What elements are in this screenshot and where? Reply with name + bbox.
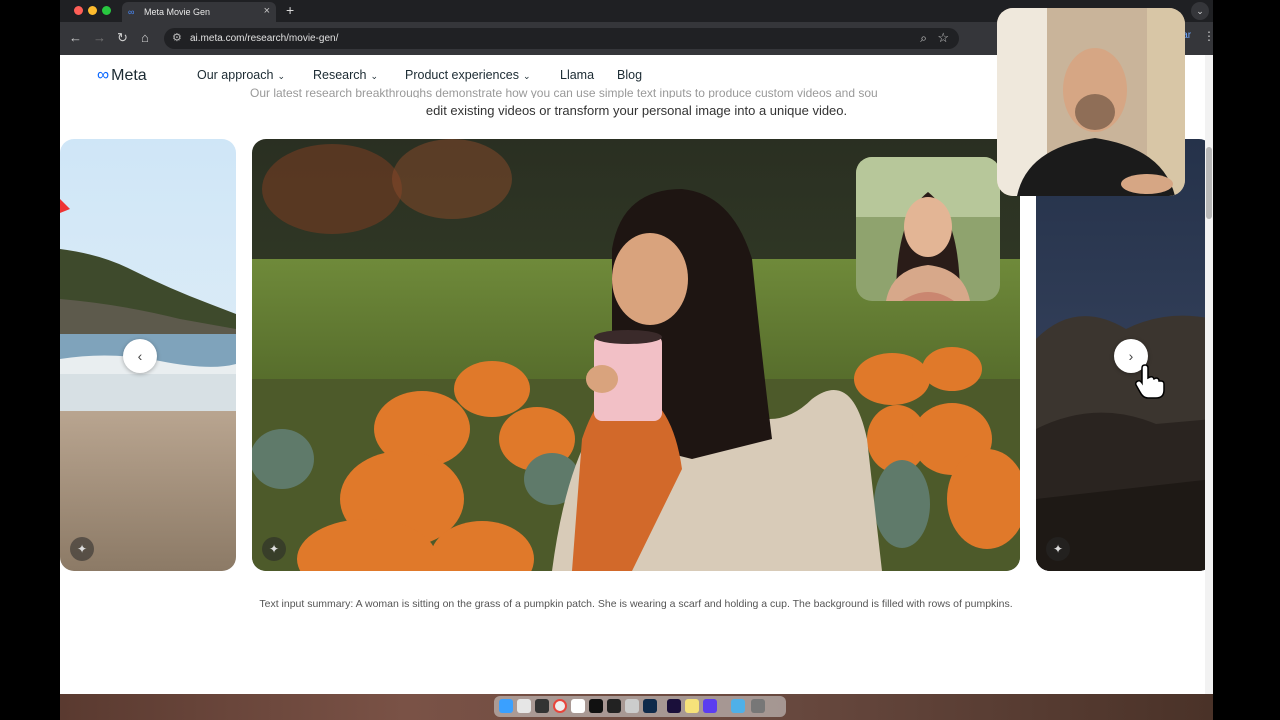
nav-label: Research: [313, 68, 367, 82]
sparkle-icon: ✦: [1046, 537, 1070, 561]
app-icon[interactable]: [589, 699, 603, 713]
notes-icon[interactable]: [685, 699, 699, 713]
nav-label: Product experiences: [405, 68, 519, 82]
meta-favicon-icon: ∞: [128, 7, 135, 17]
chevron-down-icon: ⌄: [277, 71, 285, 81]
carousel-prev-button[interactable]: ‹: [123, 339, 157, 373]
bookmark-star-icon[interactable]: ☆: [937, 30, 949, 46]
nav-llama[interactable]: Llama: [560, 68, 594, 82]
home-icon[interactable]: ⌂: [141, 30, 149, 46]
trash-icon[interactable]: [751, 699, 765, 713]
address-bar[interactable]: ⚙ ai.meta.com/research/movie-gen/ ⌕ ☆: [164, 28, 959, 49]
premiere-icon[interactable]: [667, 699, 681, 713]
macos-dock: [494, 696, 786, 717]
meta-logo[interactable]: ∞ Meta: [97, 65, 147, 85]
close-window-button[interactable]: [74, 6, 83, 15]
sparkle-icon: ✦: [70, 537, 94, 561]
tab-meta-movie-gen[interactable]: ∞ Meta Movie Gen ×: [122, 2, 276, 22]
photoshop-icon[interactable]: [643, 699, 657, 713]
tab-search-button[interactable]: ⌄: [1191, 2, 1209, 20]
zoom-window-button[interactable]: [102, 6, 111, 15]
folder-icon[interactable]: [731, 699, 745, 713]
nav-label: Llama: [560, 68, 595, 82]
zoom-icon[interactable]: ⌕: [920, 31, 927, 46]
chrome-icon[interactable]: [553, 699, 567, 713]
page-scrollbar[interactable]: [1205, 55, 1213, 694]
nav-label: Blog: [617, 68, 643, 82]
intro-text-line1: Our latest research breakthroughs demons…: [250, 86, 878, 98]
hand-cursor-icon: [1135, 364, 1165, 399]
meta-infinity-icon: ∞: [97, 65, 110, 84]
finder-icon[interactable]: [499, 699, 513, 713]
nav-label: Our approach: [197, 68, 274, 82]
chevron-down-icon: ⌄: [370, 71, 379, 81]
reload-icon[interactable]: ↻: [117, 30, 128, 46]
app-icon[interactable]: [625, 699, 639, 713]
chevron-down-icon: ⌄: [522, 71, 531, 81]
nav-our-approach[interactable]: Our approach ⌄: [197, 68, 285, 82]
video-caption: Text input summary: A woman is sitting o…: [259, 598, 1013, 610]
logo-text: Meta: [111, 67, 147, 84]
tab-title: Meta Movie Gen: [144, 7, 211, 17]
webcam-overlay: [997, 8, 1185, 196]
terminal-icon[interactable]: [535, 699, 549, 713]
browser-menu-icon[interactable]: ⋮: [1203, 29, 1213, 43]
nav-product-experiences[interactable]: Product experiences ⌄: [405, 68, 531, 82]
back-icon[interactable]: ←: [69, 30, 82, 46]
scrollbar-thumb[interactable]: [1206, 147, 1212, 219]
new-tab-button[interactable]: +: [286, 2, 294, 18]
site-info-icon[interactable]: ⚙: [172, 31, 182, 44]
sparkle-icon: ✦: [262, 537, 286, 561]
notion-icon[interactable]: [571, 699, 585, 713]
reference-portrait-image: [856, 157, 1000, 301]
minimize-window-button[interactable]: [88, 6, 97, 15]
forward-icon[interactable]: →: [93, 30, 106, 46]
launchpad-icon[interactable]: [517, 699, 531, 713]
address-url: ai.meta.com/research/movie-gen/: [190, 33, 339, 44]
nav-blog[interactable]: Blog: [617, 68, 642, 82]
close-tab-icon[interactable]: ×: [264, 5, 270, 17]
nav-research[interactable]: Research ⌄: [313, 68, 378, 82]
app-icon[interactable]: [607, 699, 621, 713]
app-icon[interactable]: [703, 699, 717, 713]
